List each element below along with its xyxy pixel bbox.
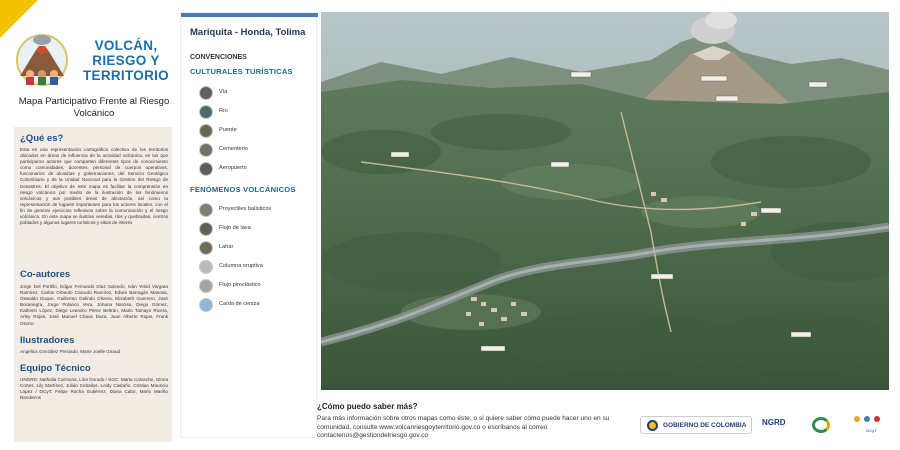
pyroclastic-icon [199, 279, 213, 293]
lava-icon [199, 222, 213, 236]
legend-item-eruption-column: Columna eruptiva [199, 260, 314, 276]
page: VOLCÁN, RIESGO Y TERRITORIO Mapa Partici… [0, 0, 900, 450]
legend-item-label: Flujo piroclástico [219, 282, 261, 288]
illustrators-text: Angelica González Preciado, Marie Joelle… [20, 349, 121, 354]
road-icon [199, 86, 213, 100]
team-heading: Equipo Técnico [20, 363, 91, 374]
coauthors-text: Jorge Del Portillo, Edgar Fernando Díaz … [20, 284, 168, 326]
volcanic-heading: FENÓMENOS VOLCÁNICOS [190, 185, 296, 194]
legend-top-bar [181, 13, 318, 17]
partner-logos: GOBIERNO DE COLOMBIA NGRD OCyT [640, 414, 892, 436]
gobierno-logo: GOBIERNO DE COLOMBIA [640, 416, 752, 434]
legend-item-airport: Aeropuerto [199, 162, 314, 178]
coat-of-arms-icon [647, 420, 658, 431]
legend-item-label: Lahar [219, 244, 234, 250]
lahar-icon [199, 241, 213, 255]
legend-item-bridge: Puente [199, 124, 314, 140]
legend-item-label: Caída de ceniza [219, 301, 260, 307]
legend-item-lahar: Lahar [199, 241, 314, 257]
more-info-question: ¿Cómo puedo saber más? [317, 402, 418, 411]
conventions-label: CONVENCIONES [190, 54, 247, 61]
legend-item-pyroclastic: Flujo piroclástico [199, 279, 314, 295]
legend-item-label: Proyectiles balísticos [219, 206, 272, 212]
left-panel: VOLCÁN, RIESGO Y TERRITORIO Mapa Partici… [0, 0, 178, 450]
legend-item-cemetery: Cementerio [199, 143, 314, 159]
ballistic-icon [199, 203, 213, 217]
legend-item-label: Vía [219, 89, 228, 95]
legend-item-ash-fall: Caída de ceniza [199, 298, 314, 314]
legend-item-road: Vía [199, 86, 314, 102]
sgc-logo-icon [812, 417, 830, 433]
ngrd-logo: NGRD [762, 418, 786, 427]
ash-fall-icon [199, 298, 213, 312]
info-box: ¿Qué es? Esta es una representación cart… [14, 127, 172, 442]
legend-item-label: Puente [219, 127, 237, 133]
illustrated-map[interactable] [321, 12, 889, 390]
team-text: UNGRD: Nathalia Carmona, Lina Dorado / S… [20, 377, 168, 401]
legend-item-label: Columna eruptiva [219, 263, 263, 269]
ocyt-label: OCyT [866, 428, 877, 433]
what-heading: ¿Qué es? [20, 133, 64, 144]
ocyt-dot-icon [874, 416, 880, 422]
river-icon [199, 105, 213, 119]
more-info-text: Para más información sobre otros mapas c… [317, 415, 610, 439]
page-title: VOLCÁN, RIESGO Y TERRITORIO [82, 38, 169, 83]
legend-item-label: Río [219, 108, 228, 114]
bridge-icon [199, 124, 213, 138]
airport-icon [199, 162, 213, 176]
legend-item-river: Río [199, 105, 314, 121]
what-text: Esta es una representación cartográfica … [20, 147, 168, 226]
page-subtitle: Mapa Participativo Frente al Riesgo Volc… [18, 96, 170, 119]
coauthors-heading: Co-autores [20, 269, 71, 280]
legend-item-label: Aeropuerto [219, 165, 247, 171]
cemetery-icon [199, 143, 213, 157]
legend-item-label: Flujo de lava [219, 225, 251, 231]
legend-item-label: Cementerio [219, 146, 248, 152]
legend-item-ballistic: Proyectiles balísticos [199, 203, 314, 219]
ngrd-label: NGRD [762, 418, 786, 427]
cultural-heading: CULTURALES TURÍSTICAS [190, 67, 293, 76]
ocyt-dot-icon [854, 416, 860, 422]
gobierno-label: GOBIERNO DE COLOMBIA [663, 422, 747, 429]
illustrators-heading: Ilustradores [20, 335, 75, 346]
volcano-logo-icon [12, 30, 72, 86]
legend-panel: Mariquita - Honda, Tolima CONVENCIONES C… [180, 12, 318, 438]
legend-item-lava: Flujo de lava [199, 222, 314, 238]
eruption-column-icon [199, 260, 213, 274]
location-title: Mariquita - Honda, Tolima [190, 27, 306, 38]
ocyt-dot-icon [864, 416, 870, 422]
